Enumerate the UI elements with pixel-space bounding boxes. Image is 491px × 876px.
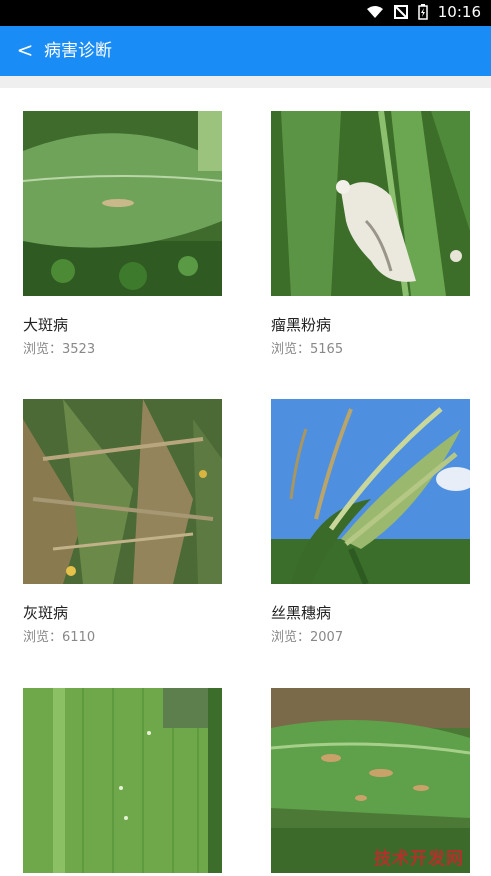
disease-image	[271, 399, 470, 584]
disease-card-gray-leaf-spot[interactable]: 灰斑病 浏览：6110	[23, 399, 222, 645]
disease-card-head-smut[interactable]: 丝黑穗病 浏览：2007	[271, 399, 470, 645]
disease-card-5[interactable]	[23, 688, 222, 873]
disease-card-common-smut[interactable]: 瘤黑粉病 浏览：5165	[271, 111, 470, 357]
page-title: 病害诊断	[44, 41, 112, 61]
disease-image	[23, 399, 222, 584]
wifi-icon	[366, 6, 383, 18]
disease-image	[271, 111, 470, 296]
back-button[interactable]: <	[14, 37, 36, 65]
status-icons: 10:16	[366, 3, 481, 21]
view-count: 浏览：3523	[23, 342, 96, 357]
disease-card-northern-leaf-blight[interactable]: 大斑病 浏览：3523	[23, 111, 222, 357]
disease-card-6[interactable]: 技术开发网	[271, 688, 470, 873]
battery-icon	[418, 4, 428, 20]
disease-name: 灰斑病	[23, 604, 69, 622]
app-bar: < 病害诊断	[0, 26, 491, 76]
view-count: 浏览：6110	[23, 630, 96, 645]
site-watermark: 技术开发网	[374, 849, 464, 869]
disease-image	[23, 111, 222, 296]
status-bar: 10:16	[0, 0, 491, 26]
disease-image: 技术开发网	[271, 688, 470, 873]
header-divider	[0, 76, 491, 88]
view-count: 浏览：5165	[271, 342, 344, 357]
disease-image	[23, 688, 222, 873]
signal-off-icon	[393, 5, 408, 19]
view-count: 浏览：2007	[271, 630, 344, 645]
disease-name: 瘤黑粉病	[271, 316, 332, 334]
disease-name: 丝黑穗病	[271, 604, 332, 622]
clock-time: 10:16	[437, 3, 481, 21]
disease-name: 大斑病	[23, 316, 69, 334]
